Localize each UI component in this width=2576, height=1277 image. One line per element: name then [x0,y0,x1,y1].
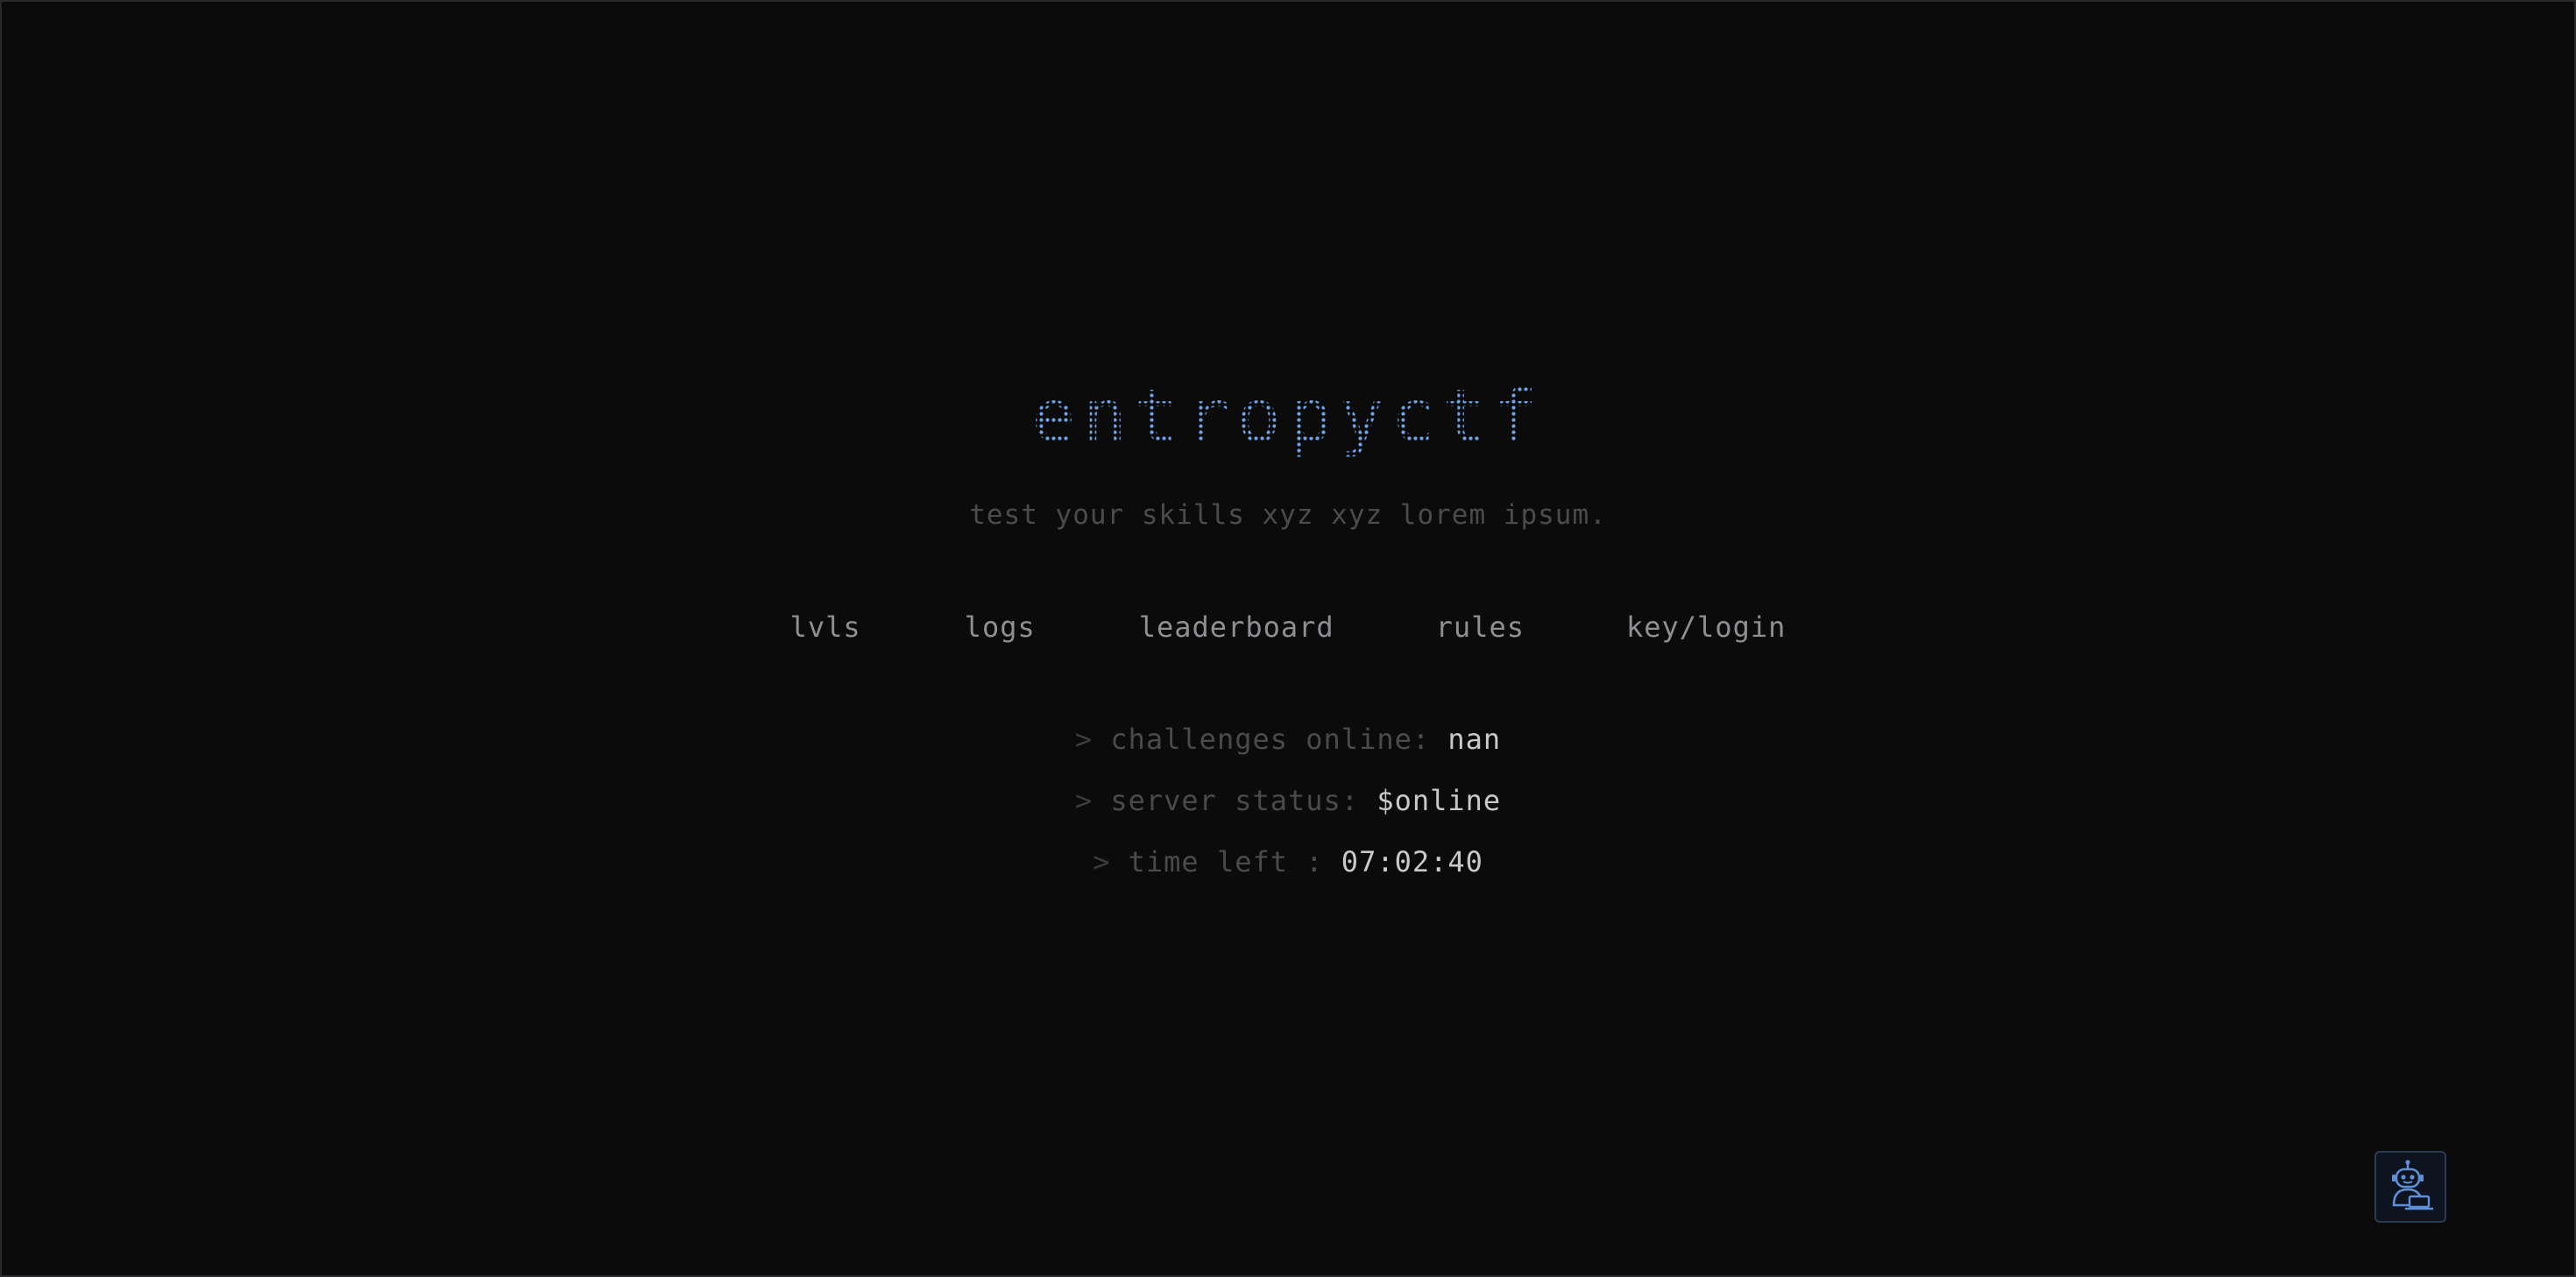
prompt-symbol: > [1074,723,1093,756]
page: entropyctf test your skills xyz xyz lore… [0,0,2576,1277]
status-challenges-online: > challenges online: nan [2,716,2574,762]
challenges-online-label: challenges online: [1110,723,1431,756]
nav-link-leaderboard[interactable]: leaderboard [1139,604,1334,650]
nav-link-lvls[interactable]: lvls [790,604,861,650]
main-nav: lvls logs leaderboard rules key/login [2,604,2574,650]
status-time-left: > time left : 07:02:40 [2,839,2574,885]
time-left-label: time left : [1128,845,1324,878]
site-logo[interactable]: entropyctf [2,368,2574,464]
nav-link-key-login[interactable]: key/login [1626,604,1786,650]
nav-link-rules[interactable]: rules [1436,604,1525,650]
prompt-symbol: > [1093,845,1111,878]
nav-link-logs[interactable]: logs [965,604,1036,650]
assistant-button[interactable] [2374,1151,2446,1223]
server-status-value: $online [1376,784,1502,817]
time-left-value: 07:02:40 [1341,845,1483,878]
tagline: test your skills xyz xyz lorem ipsum. [969,499,1607,531]
prompt-symbol: > [1074,784,1093,817]
robot-icon [2392,1160,2434,1210]
challenges-online-value: nan [1447,723,1502,756]
status-server: > server status: $online [2,778,2574,823]
server-status-label: server status: [1110,784,1360,817]
